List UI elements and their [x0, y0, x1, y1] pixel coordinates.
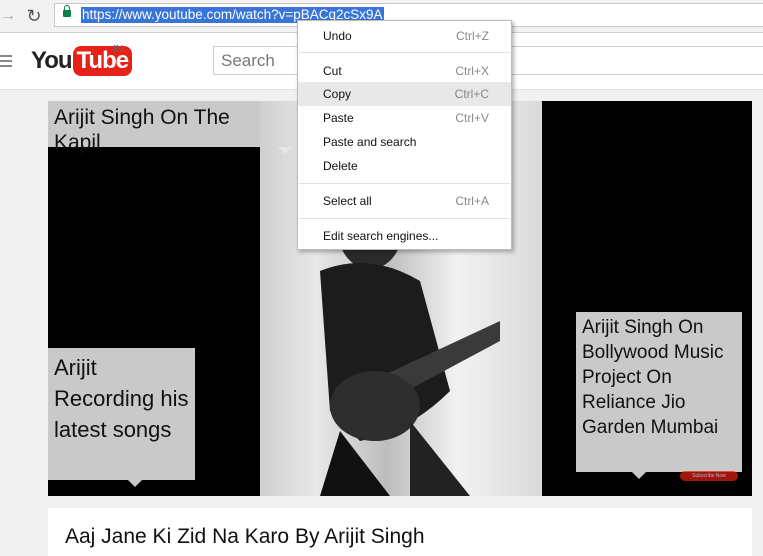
menu-item-cut[interactable]: Cut Ctrl+X — [298, 59, 511, 83]
menu-item-shortcut: Ctrl+C — [454, 87, 489, 101]
video-info-card: Aaj Jane Ki Zid Na Karo By Arijit Singh — [48, 508, 752, 556]
menu-item-label: Paste — [323, 111, 354, 125]
menu-separator — [299, 52, 510, 53]
logo-tube-text: Tube — [72, 46, 133, 76]
menu-item-shortcut: Ctrl+A — [455, 194, 489, 208]
video-title: Aaj Jane Ki Zid Na Karo By Arijit Singh — [65, 525, 425, 548]
youtube-logo[interactable]: You Tube IN — [31, 44, 133, 78]
menu-item-paste[interactable]: Paste Ctrl+V — [298, 106, 511, 130]
subscribe-button[interactable]: Subscribe Now — [680, 471, 738, 481]
secure-lock-icon — [63, 5, 71, 17]
context-menu: Undo Ctrl+Z Cut Ctrl+X Copy Ctrl+C Paste… — [297, 20, 512, 250]
annotation-left[interactable]: Arijit Recording his latest songs — [48, 348, 195, 487]
menu-item-label: Edit search engines... — [323, 229, 439, 243]
menu-item-label: Undo — [323, 29, 352, 43]
logo-you-text: You — [31, 47, 73, 74]
menu-item-label: Paste and search — [323, 135, 417, 149]
menu-item-delete[interactable]: Delete — [298, 154, 511, 178]
menu-item-select-all[interactable]: Select all Ctrl+A — [298, 189, 511, 213]
back-arrow-icon[interactable]: → — [0, 6, 16, 26]
menu-item-copy[interactable]: Copy Ctrl+C — [298, 82, 511, 106]
menu-item-label: Select all — [323, 194, 372, 208]
logo-country-code: IN — [113, 44, 123, 55]
menu-item-shortcut: Ctrl+V — [455, 111, 489, 125]
menu-item-label: Copy — [323, 87, 352, 101]
menu-separator — [299, 183, 510, 184]
menu-icon[interactable] — [0, 55, 12, 67]
menu-item-shortcut: Ctrl+X — [455, 64, 489, 78]
menu-item-label: Delete — [323, 159, 358, 173]
reload-icon[interactable]: ↻ — [24, 5, 44, 27]
search-placeholder: Search — [221, 51, 275, 70]
menu-item-paste-and-search[interactable]: Paste and search — [298, 130, 511, 154]
menu-item-label: Cut — [323, 64, 342, 78]
menu-separator — [299, 218, 510, 219]
menu-item-edit-search-engines[interactable]: Edit search engines... — [298, 224, 511, 248]
annotation-right[interactable]: Arijit Singh On Bollywood Music Project … — [576, 312, 742, 479]
menu-item-undo[interactable]: Undo Ctrl+Z — [298, 24, 511, 48]
menu-item-shortcut: Ctrl+Z — [456, 29, 489, 43]
annotation-top[interactable]: Arijit Singh On The Kapil — [48, 101, 292, 154]
